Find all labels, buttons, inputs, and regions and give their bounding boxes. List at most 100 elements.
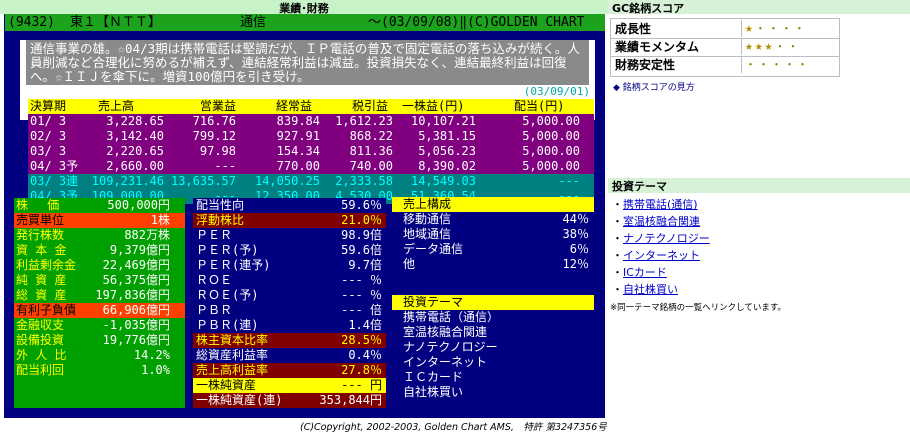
metric-label: 浮動株比 bbox=[196, 213, 245, 227]
fin-col-net: 税引益 bbox=[352, 99, 389, 113]
fin-value-cell: --- bbox=[558, 174, 580, 188]
theme-link-item[interactable]: ・ICカード bbox=[612, 264, 667, 281]
theme-box-item: ナノテクノロジー bbox=[403, 340, 498, 354]
metric-label: ＰＢＲ(連) bbox=[196, 318, 259, 332]
fin-value-cell: 5,000.00 bbox=[522, 144, 580, 158]
star-icon: ★ bbox=[745, 21, 755, 36]
section-title: 業績･財務 bbox=[279, 2, 329, 15]
bullet-icon: ・ bbox=[612, 232, 623, 245]
empty-star-dots: ・・・・・ bbox=[745, 58, 810, 71]
stat-value: 500,000円 bbox=[107, 198, 170, 212]
fin-col-ordinary: 経常益 bbox=[276, 99, 313, 113]
stock-date-credit: ～(03/09/08)‖(C)GOLDEN CHART bbox=[368, 15, 585, 30]
stat-value: 19,776億円 bbox=[102, 333, 170, 347]
theme-link-item[interactable]: ・自社株買い bbox=[612, 281, 678, 298]
stat-value: 9,379億円 bbox=[109, 243, 170, 257]
metric-value: 0.4％ bbox=[348, 348, 382, 362]
bullet-icon: ・ bbox=[612, 283, 623, 296]
metric-value: 27.8％ bbox=[341, 363, 382, 377]
sales-mix-pct: 44％ bbox=[562, 212, 589, 226]
metric-label: ＰＥＲ bbox=[196, 228, 233, 242]
metric-label: ＰＥＲ(予) bbox=[196, 243, 259, 257]
metric-value: 353,844円 bbox=[319, 393, 382, 407]
theme-link[interactable]: ICカード bbox=[623, 266, 667, 279]
sales-mix-pct: 12％ bbox=[562, 257, 589, 271]
metric-value: --- ％ bbox=[341, 288, 382, 302]
bullet-icon: ・ bbox=[612, 249, 623, 262]
company-description: 通信事業の雄。☆04/3期は携帯電話は堅調だが、ＩＰ電話の普及で固定電話の落ち込… bbox=[30, 41, 580, 84]
gc-score-divider bbox=[741, 56, 742, 73]
metric-value: --- 倍 bbox=[341, 303, 382, 317]
metric-label: ＲＯＥ bbox=[196, 273, 233, 287]
fin-col-operating: 営業益 bbox=[200, 99, 237, 113]
metric-value: --- 円 bbox=[341, 378, 382, 392]
stat-value: 1株 bbox=[150, 213, 170, 227]
stat-value: 56,375億円 bbox=[102, 273, 170, 287]
stat-value: 14.2% bbox=[133, 348, 170, 362]
theme-link[interactable]: インターネット bbox=[623, 249, 700, 262]
gc-score-divider bbox=[741, 38, 742, 55]
theme-box-item: 自社株買い bbox=[403, 385, 464, 399]
theme-link-item[interactable]: ・ナノテクノロジー bbox=[612, 230, 710, 247]
metric-value: 59.6％ bbox=[341, 198, 382, 212]
theme-link[interactable]: 自社株買い bbox=[623, 283, 678, 296]
stock-code: (9432) bbox=[8, 15, 55, 30]
metric-label: 総資産利益率 bbox=[196, 348, 269, 362]
metric-label: ＰＢＲ bbox=[196, 303, 233, 317]
stat-value: 1.0% bbox=[141, 363, 170, 377]
gc-score-label: 業績モメンタム bbox=[615, 40, 700, 54]
sales-mix-name: 他 bbox=[403, 257, 416, 271]
sales-mix-name: 移動通信 bbox=[403, 212, 452, 226]
metric-label: ＰＥＲ(連予) bbox=[196, 258, 271, 272]
stock-sector: 通信 bbox=[240, 15, 267, 30]
gc-score-stars: ★★★・・ bbox=[743, 38, 837, 55]
fin-value-cell: 10,107.21 bbox=[410, 114, 476, 128]
sales-mix-name: 地域通信 bbox=[403, 227, 452, 241]
metric-label: 売上高利益率 bbox=[196, 363, 269, 377]
star-icon: ★★★ bbox=[745, 39, 775, 54]
bullet-icon: ・ bbox=[612, 198, 623, 211]
sales-mix-title: 売上構成 bbox=[403, 197, 452, 211]
theme-link[interactable]: 室温核融合関連 bbox=[623, 215, 700, 228]
fin-col-sales: 売上高 bbox=[98, 99, 135, 113]
sales-mix-pct: 38％ bbox=[562, 227, 589, 241]
theme-panel-note: ※同一テーマ銘柄の一覧へリンクしています。 bbox=[610, 303, 787, 313]
fin-value-cell: 14,549.03 bbox=[410, 174, 476, 188]
stat-row-empty bbox=[14, 378, 185, 393]
gc-score-label: 成長性 bbox=[615, 22, 652, 36]
gc-score-help-link[interactable]: ◆ 銘柄スコアの見方 bbox=[613, 80, 695, 93]
bullet-icon: ・ bbox=[612, 215, 623, 228]
theme-panel-title: 投資テーマ bbox=[612, 180, 667, 193]
bullet-icon: ・ bbox=[612, 266, 623, 279]
fin-value-cell: 5,000.00 bbox=[522, 159, 580, 173]
metric-value: --- ％ bbox=[341, 273, 382, 287]
theme-box-item: 携帯電話（通信） bbox=[403, 310, 500, 324]
stat-value: 22,469億円 bbox=[102, 258, 170, 272]
copyright-text: (C)Copyright, 2002-2003, Golden Chart AM… bbox=[300, 422, 607, 433]
theme-link-item[interactable]: ・室温核融合関連 bbox=[612, 213, 700, 230]
stock-market-name: 東１【ＮＴＴ】 bbox=[70, 15, 162, 30]
fin-col-period: 決算期 bbox=[30, 99, 67, 113]
metric-label: 配当性向 bbox=[196, 198, 245, 212]
gc-score-stars: ★・・・・ bbox=[743, 20, 837, 37]
fin-col-eps: 一株益(円) bbox=[402, 99, 465, 113]
metric-label: 株主資本比率 bbox=[196, 333, 269, 347]
theme-link[interactable]: ナノテクノロジー bbox=[623, 232, 710, 245]
empty-star-dots: ・・・・ bbox=[754, 22, 807, 35]
gc-score-label: 財務安定性 bbox=[615, 58, 676, 72]
theme-link-item[interactable]: ・インターネット bbox=[612, 247, 700, 264]
fin-col-dividend: 配当(円) bbox=[514, 99, 565, 113]
sales-mix-pct: 6％ bbox=[569, 242, 589, 256]
gc-score-title: GC銘柄スコア bbox=[612, 2, 685, 15]
fin-value-cell: 5,000.00 bbox=[522, 129, 580, 143]
themes-box-title: 投資テーマ bbox=[403, 295, 464, 309]
sales-mix-name: データ通信 bbox=[403, 242, 464, 256]
empty-star-dots: ・・ bbox=[774, 40, 801, 53]
metric-value: 21.0％ bbox=[341, 213, 382, 227]
metric-label: 一株純資産 bbox=[196, 378, 257, 392]
theme-link[interactable]: 携帯電話(通信) bbox=[623, 198, 698, 211]
theme-link-item[interactable]: ・携帯電話(通信) bbox=[612, 196, 698, 213]
fin-value-cell: 5,000.00 bbox=[522, 114, 580, 128]
metric-value: 28.5％ bbox=[341, 333, 382, 347]
fin-value-cell: 8,390.02 bbox=[418, 159, 476, 173]
